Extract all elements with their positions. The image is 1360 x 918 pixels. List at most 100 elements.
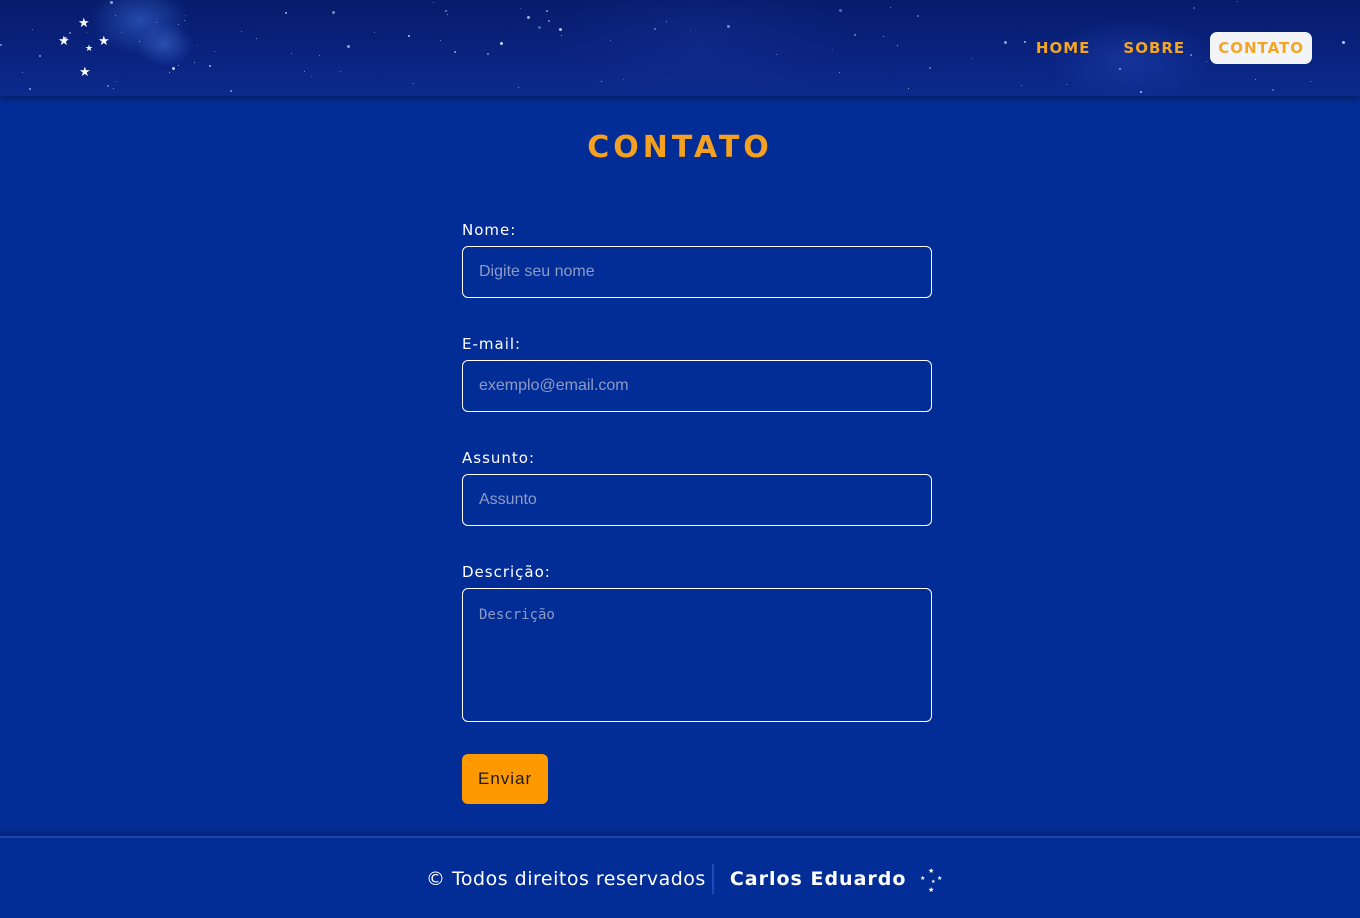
star-dot [214, 51, 215, 52]
svg-text:★: ★ [79, 65, 91, 80]
star-dot [1004, 41, 1007, 44]
star-dot [654, 28, 656, 30]
nav-sobre[interactable]: SOBRE [1115, 33, 1193, 63]
star-dot [890, 7, 891, 8]
star-dot [178, 65, 179, 66]
star-dot [908, 88, 909, 89]
svg-text:★: ★ [98, 34, 110, 49]
footer-divider [711, 864, 714, 894]
nav-home[interactable]: HOME [1028, 33, 1098, 63]
descricao-textarea[interactable] [462, 588, 932, 722]
star-dot [0, 44, 2, 46]
assunto-input[interactable] [462, 474, 932, 526]
star-dot [241, 31, 242, 32]
star-dot [559, 28, 562, 31]
star-dot [1140, 91, 1142, 93]
star-dot [285, 12, 287, 14]
nome-input[interactable] [462, 246, 932, 298]
star-dot [1272, 89, 1274, 91]
descricao-label: Descrição: [462, 563, 551, 581]
star-dot [1066, 84, 1067, 85]
star-dot [897, 45, 898, 46]
star-dot [172, 67, 175, 70]
star-dot [839, 9, 842, 12]
star-dot [1342, 41, 1345, 44]
star-dot [256, 38, 257, 39]
assunto-label: Assunto: [462, 449, 536, 467]
star-dot [440, 40, 441, 41]
star-dot [601, 81, 602, 82]
email-label: E-mail: [462, 335, 522, 353]
logo[interactable]: ★ ★ ★ ★ ★ [56, 14, 116, 80]
star-dot [433, 2, 434, 3]
main-nav: HOME SOBRE CONTATO [1011, 32, 1312, 64]
star-dot [408, 35, 410, 37]
star-dot [447, 14, 448, 15]
star-dot [538, 26, 541, 29]
star-dot [113, 88, 114, 89]
star-dot [185, 15, 186, 16]
copyright-text: © Todos direitos reservados [426, 868, 706, 890]
star-dot [319, 55, 320, 56]
star-dot [561, 35, 562, 36]
star-dot [304, 71, 305, 72]
star-dot [1193, 7, 1195, 9]
star-dot [832, 49, 833, 50]
star-dot [854, 34, 856, 36]
star-dot [139, 41, 140, 42]
star-dot [487, 53, 489, 55]
star-dot [194, 62, 195, 63]
svg-text:★: ★ [920, 875, 925, 882]
star-dot [230, 90, 232, 92]
star-dot [971, 58, 972, 59]
star-dot [178, 24, 179, 25]
author-name: Carlos Eduardo [729, 868, 907, 890]
star-dot [32, 29, 33, 30]
star-dot [39, 55, 41, 57]
footer-content: © Todos direitos reservados Carlos Eduar… [426, 864, 946, 894]
star-dot [184, 20, 185, 21]
email-input[interactable] [462, 360, 932, 412]
star-dot [776, 54, 777, 55]
nav-contato[interactable]: CONTATO [1210, 32, 1312, 64]
star-dot [110, 1, 113, 4]
main-content: CONTATO Nome: E-mail: Assunto: Descrição… [0, 96, 1360, 836]
contact-form: Nome: E-mail: Assunto: Descrição: Enviar [462, 220, 932, 804]
star-dot [445, 10, 447, 12]
svg-text:★: ★ [931, 879, 936, 885]
star-dot [169, 72, 170, 73]
star-dot [1119, 68, 1121, 70]
site-footer: © Todos direitos reservados Carlos Eduar… [0, 836, 1360, 918]
svg-text:★: ★ [928, 867, 934, 875]
submit-button[interactable]: Enviar [462, 754, 549, 804]
star-dot [340, 71, 341, 72]
star-dot [1237, 1, 1238, 2]
star-dot [546, 10, 548, 12]
star-dot [107, 85, 109, 87]
star-dot [1255, 79, 1256, 80]
star-dot [311, 76, 312, 77]
star-dot [548, 20, 550, 22]
star-dot [197, 45, 198, 46]
star-dot [929, 67, 931, 69]
star-dot [1310, 81, 1311, 82]
star-dot [29, 88, 31, 90]
nome-label: Nome: [462, 221, 517, 239]
star-dot [623, 79, 624, 80]
star-dot [22, 72, 23, 73]
southern-cross-icon: ★ ★ ★ ★ ★ [918, 865, 946, 894]
star-dot [666, 21, 667, 22]
star-dot [347, 45, 350, 48]
star-dot [291, 53, 292, 54]
star-dot [209, 65, 211, 67]
star-dot [883, 36, 884, 37]
star-dot [690, 30, 691, 31]
star-dot [116, 81, 117, 82]
southern-cross-icon: ★ ★ ★ ★ ★ [56, 14, 116, 80]
svg-text:★: ★ [78, 16, 90, 31]
star-dot [520, 8, 521, 9]
star-dot [527, 16, 530, 19]
star-dot [454, 51, 456, 53]
star-dot [500, 42, 503, 45]
star-dot [413, 83, 414, 84]
